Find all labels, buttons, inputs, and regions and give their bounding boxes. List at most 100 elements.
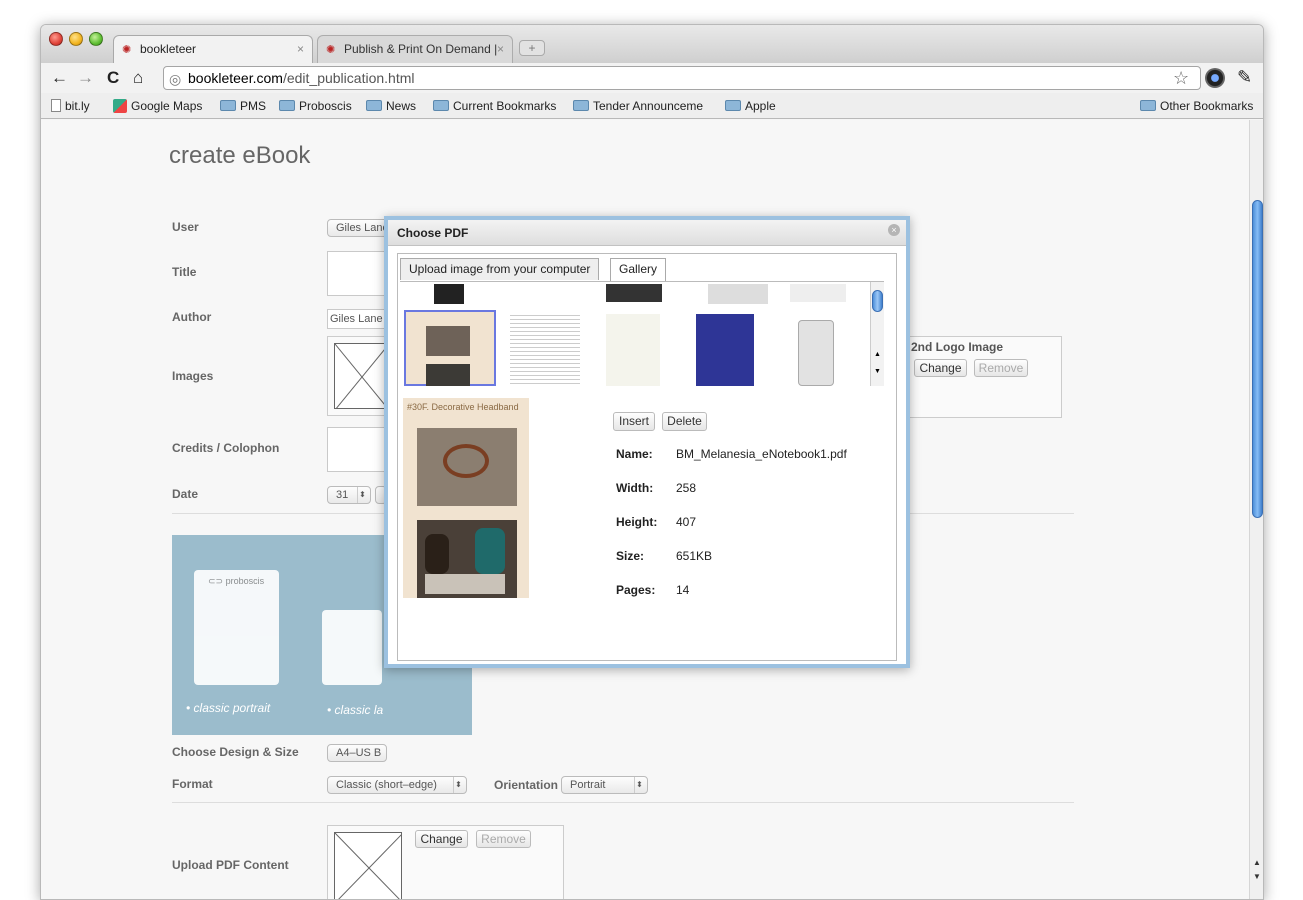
gallery-thumb-qr[interactable]	[434, 284, 464, 304]
format-label: Format	[172, 777, 213, 791]
design-size-value: A4–US B	[336, 747, 382, 759]
design-option-label: • classic portrait	[186, 701, 271, 715]
person-shape	[425, 534, 449, 574]
orientation-select[interactable]: Portrait ⬍	[561, 776, 648, 794]
user-select-value: Giles Lane	[336, 222, 389, 234]
date-label: Date	[172, 487, 199, 501]
bookmark-apple[interactable]: Apple	[725, 99, 776, 113]
scroll-up-icon[interactable]: ▲	[1253, 858, 1261, 867]
bookmark-current-bookmarks[interactable]: Current Bookmarks	[433, 99, 556, 113]
info-key: Height:	[616, 515, 658, 529]
new-tab-button[interactable]: +	[519, 40, 545, 56]
scroll-down-icon[interactable]: ▼	[874, 368, 881, 375]
gallery-thumb[interactable]	[708, 284, 768, 304]
design-option-classic-portrait[interactable]: ⊂⊃ proboscis	[194, 570, 279, 685]
bookmark-news[interactable]: News	[366, 99, 416, 113]
bookmarks-bar: bit.ly Google Maps PMS Proboscis News Cu…	[41, 93, 1263, 119]
home-icon[interactable]: ⌂	[133, 68, 143, 88]
tab-gallery[interactable]: Gallery	[610, 258, 667, 281]
folder-icon	[725, 100, 741, 111]
browser-toolbar: ← → C ⌂ ◎ bookleteer.com/edit_publicatio…	[41, 63, 1263, 93]
forward-icon[interactable]: →	[77, 68, 94, 88]
preview-photo-headband	[417, 428, 517, 506]
wrench-icon[interactable]: ✎	[1237, 67, 1252, 88]
back-icon[interactable]: ←	[51, 68, 68, 88]
tab-close-icon[interactable]: ×	[497, 42, 504, 56]
person-shape	[475, 528, 505, 574]
bookmark-label: Other Bookmarks	[1160, 99, 1254, 113]
browser-window: ✺ bookleteer × ✺ Publish & Print On Dema…	[40, 24, 1264, 900]
orientation-select-value: Portrait	[570, 779, 606, 791]
design-option-classic-landscape[interactable]	[322, 610, 382, 685]
title-bar: ✺ bookleteer × ✺ Publish & Print On Dema…	[41, 25, 1263, 63]
bookmark-label: Tender Announceme	[593, 99, 704, 113]
insert-button[interactable]: Insert	[613, 412, 655, 431]
gallery-thumb-selected[interactable]	[404, 310, 496, 386]
bookmark-proboscis[interactable]: Proboscis	[279, 99, 352, 113]
logo2-remove-button[interactable]: Remove	[974, 359, 1028, 377]
design-size-label: Choose Design & Size	[172, 745, 299, 759]
author-input[interactable]: Giles Lane	[327, 309, 387, 329]
tab-label: Publish & Print On Demand |	[344, 42, 498, 56]
tab-publish-print[interactable]: ✺ Publish & Print On Demand | ×	[317, 35, 513, 63]
dialog-close-icon[interactable]: ×	[888, 224, 900, 236]
tab-upload-image[interactable]: Upload image from your computer	[400, 258, 600, 280]
bookmark-pms[interactable]: PMS	[220, 99, 266, 113]
globe-icon: ◎	[169, 71, 182, 87]
info-key: Pages:	[616, 583, 656, 597]
extension-icon[interactable]	[1205, 68, 1225, 88]
pdf-change-button[interactable]: Change	[415, 830, 468, 848]
gallery-scroll-thumb[interactable]	[872, 290, 883, 312]
logo2-change-button[interactable]: Change	[914, 359, 967, 377]
date-day-value: 31	[336, 489, 349, 501]
gallery-thumb-text[interactable]	[510, 312, 580, 386]
preview-photo-people	[417, 520, 517, 598]
select-arrows-icon: ⬍	[357, 487, 367, 503]
page-scrollbar[interactable]: ▲ ▼	[1249, 120, 1263, 899]
address-bar[interactable]: ◎ bookleteer.com/edit_publication.html	[163, 66, 1201, 90]
bookmark-other-bookmarks[interactable]: Other Bookmarks	[1140, 99, 1253, 113]
date-day-select[interactable]: 31 ⬍	[327, 486, 371, 504]
scroll-up-icon[interactable]: ▲	[874, 351, 881, 358]
reload-icon[interactable]: C	[107, 68, 119, 88]
info-value: 258	[676, 481, 697, 495]
dialog-header: Choose PDF ×	[388, 220, 906, 246]
bookmark-label: Current Bookmarks	[453, 99, 557, 113]
table-shape	[425, 574, 505, 594]
tab-close-icon[interactable]: ×	[297, 42, 304, 56]
pdf-remove-button[interactable]: Remove	[476, 830, 531, 848]
close-window-button[interactable]	[49, 32, 63, 46]
format-select[interactable]: Classic (short–edge) ⬍	[327, 776, 467, 794]
zoom-window-button[interactable]	[89, 32, 103, 46]
gallery-thumb[interactable]	[606, 314, 660, 386]
title-label: Title	[172, 265, 197, 279]
bookmark-star-icon[interactable]: ☆	[1173, 68, 1189, 89]
scroll-down-icon[interactable]: ▼	[1253, 872, 1261, 881]
page-icon	[51, 99, 61, 112]
info-key: Size:	[616, 549, 645, 563]
gallery-thumb[interactable]	[790, 284, 846, 302]
tab-bookleteer[interactable]: ✺ bookleteer ×	[113, 35, 313, 63]
bookmark-tender-announcements[interactable]: Tender Announceme	[573, 99, 703, 113]
design-size-select[interactable]: A4–US B	[327, 744, 387, 762]
info-value: 407	[676, 515, 697, 529]
gallery-scrollbar[interactable]: ▲ ▼	[870, 282, 884, 386]
page-title: create eBook	[169, 142, 311, 169]
folder-icon	[1140, 100, 1156, 111]
credits-input[interactable]	[327, 427, 387, 472]
info-value: BM_Melanesia_eNotebook1.pdf	[676, 447, 847, 461]
bookmark-label: Apple	[745, 99, 776, 113]
gallery-thumb-blue[interactable]	[696, 314, 754, 386]
dialog-body: Upload image from your computer Gallery …	[397, 253, 897, 661]
bookmark-google-maps[interactable]: Google Maps	[113, 99, 202, 113]
delete-button[interactable]: Delete	[662, 412, 707, 431]
minimize-window-button[interactable]	[69, 32, 83, 46]
design-option-label: • classic la	[327, 703, 384, 717]
page-scroll-thumb[interactable]	[1252, 200, 1263, 518]
gallery-thumb-phone[interactable]	[798, 320, 834, 386]
gallery-thumb[interactable]	[606, 284, 662, 302]
folder-icon	[279, 100, 295, 111]
bookmark-bitly[interactable]: bit.ly	[51, 99, 90, 113]
bookmark-label: News	[386, 99, 417, 113]
credits-label: Credits / Colophon	[172, 441, 280, 455]
